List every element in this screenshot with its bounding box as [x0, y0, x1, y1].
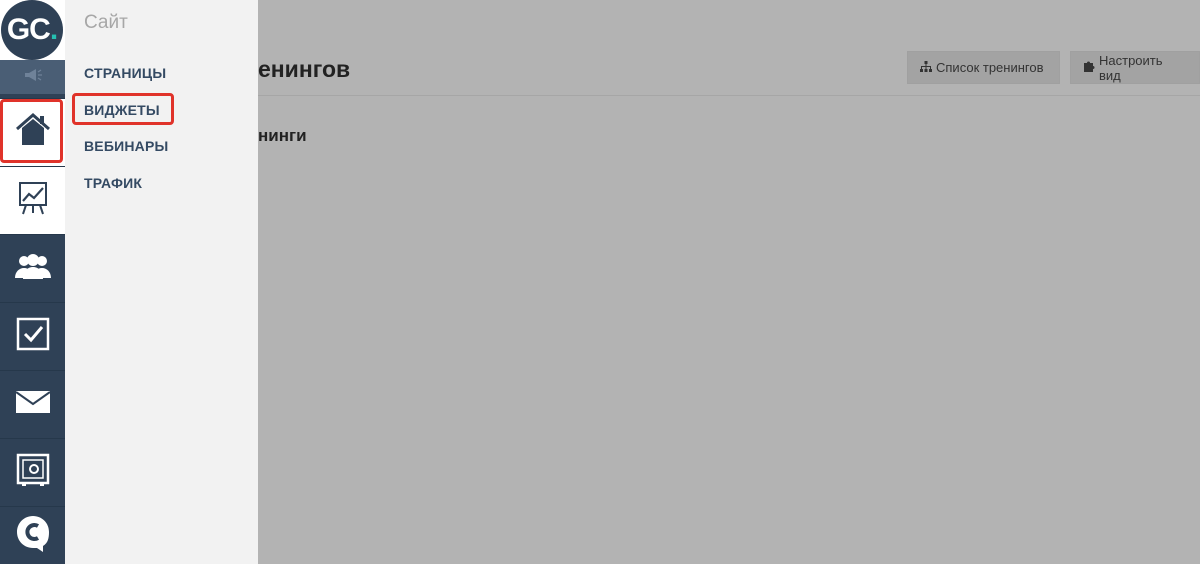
home-highlight-box — [0, 99, 63, 163]
submenu-item-traffic[interactable]: ТРАФИК — [84, 175, 142, 191]
page-heading: енингов — [258, 56, 351, 82]
envelope-icon — [14, 391, 51, 418]
icon-rail: GC. — [0, 0, 65, 564]
rail-item-users[interactable] — [0, 234, 65, 302]
trainings-list-button[interactable]: Список тренингов — [907, 51, 1060, 84]
rail-item-tasks[interactable] — [0, 302, 65, 370]
chat-icon — [15, 514, 51, 557]
logo-text: GC. — [6, 13, 58, 46]
submenu-item-webinars[interactable]: ВЕБИНАРЫ — [84, 138, 168, 154]
announcement-button[interactable] — [0, 60, 65, 94]
logo-area[interactable]: GC. — [0, 0, 65, 60]
widgets-highlight-box — [72, 93, 174, 125]
users-icon — [14, 252, 52, 285]
sitemap-icon — [920, 60, 932, 75]
checkbox-icon — [16, 317, 50, 356]
customize-view-button[interactable]: Настроить вид — [1070, 51, 1200, 84]
rail-item-sales[interactable] — [0, 438, 65, 506]
logo: GC. — [1, 0, 63, 60]
page-divider — [258, 95, 1200, 96]
rail-item-chat[interactable] — [0, 506, 65, 564]
chart-board-icon — [18, 181, 48, 220]
rail-item-messages[interactable] — [0, 370, 65, 438]
submenu-title: Сайт — [84, 12, 128, 33]
puzzle-icon — [1083, 60, 1095, 75]
rail-item-analytics[interactable] — [0, 166, 65, 234]
safe-icon — [16, 453, 50, 492]
site-submenu: Сайт СТРАНИЦЫ ВИДЖЕТЫ ВЕБИНАРЫ ТРАФИК — [65, 0, 258, 564]
section-heading: нинги — [258, 126, 307, 145]
trainings-list-label: Список тренингов — [936, 60, 1044, 75]
submenu-item-pages[interactable]: СТРАНИЦЫ — [84, 65, 166, 81]
customize-view-label: Настроить вид — [1099, 52, 1163, 83]
announcement-icon — [23, 68, 43, 87]
